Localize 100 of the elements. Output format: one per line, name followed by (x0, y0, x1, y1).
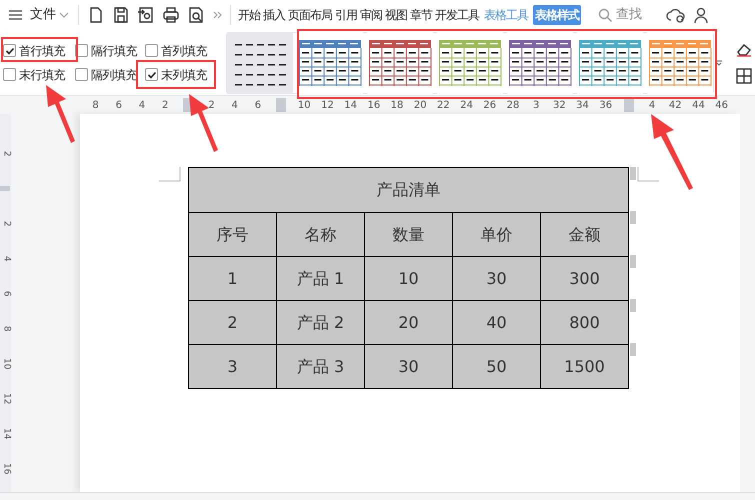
ruler-number: 10 (296, 98, 312, 112)
ruler-number: 32 (552, 98, 567, 112)
print-icon[interactable] (162, 6, 180, 24)
checkbox[interactable] (3, 68, 16, 81)
ruler-number: 2 (160, 98, 170, 112)
ruler-marker[interactable] (276, 98, 286, 112)
option-label: 首行填充 (19, 42, 65, 60)
table-style-thumbnail[interactable] (437, 32, 503, 94)
ruler-number: 46 (714, 98, 730, 112)
option-label: 末行填充 (19, 66, 65, 84)
row-handle[interactable] (630, 343, 636, 356)
ruler-number: 20 (412, 98, 428, 112)
fill-option-checkbox[interactable]: 末行填充 (3, 66, 65, 84)
ruler-number: 42 (668, 98, 683, 112)
table-cell: 1 (188, 256, 276, 300)
ruler-number: 14 (0, 426, 11, 442)
table-style-thumbnail[interactable] (577, 32, 643, 94)
ribbon-tab[interactable]: 章节 (410, 5, 432, 25)
checkbox[interactable] (145, 68, 158, 81)
ruler-number: 10 (0, 356, 11, 372)
ruler-number: 4 (230, 98, 239, 112)
ruler-number: 14 (343, 98, 358, 112)
table-cell: 产品 3 (276, 344, 364, 388)
column-header: 序号 (188, 212, 276, 256)
column-header: 名称 (276, 212, 364, 256)
ruler-marker[interactable] (624, 98, 634, 112)
checkbox[interactable] (3, 44, 16, 57)
column-header: 数量 (364, 212, 452, 256)
ruler-number: 44 (691, 98, 706, 112)
cloud-icon[interactable] (666, 6, 686, 24)
ribbon-tab[interactable]: 引用 (335, 5, 357, 25)
table-grid-icon[interactable] (735, 66, 753, 84)
save-icon[interactable] (112, 6, 130, 24)
ribbon-tab[interactable]: 开始 (238, 5, 260, 25)
ribbon-tab[interactable]: 开发工具 (435, 5, 479, 25)
margin-corner-mark (637, 167, 659, 182)
row-handle[interactable] (630, 299, 636, 312)
table-style-thumbnail[interactable] (367, 32, 433, 94)
fill-option-checkbox[interactable]: 末列填充 (145, 66, 207, 84)
column-header: 金额 (540, 212, 628, 256)
checkbox[interactable] (75, 68, 88, 81)
ribbon-tab[interactable]: 视图 (385, 5, 407, 25)
table-cell: 3 (188, 344, 276, 388)
ruler-number: 2 (207, 98, 216, 112)
ruler-number: 26 (482, 98, 498, 112)
ruler-number: 16 (366, 98, 382, 112)
ruler-number: 8 (91, 98, 100, 112)
checkbox[interactable] (145, 44, 158, 57)
file-menu[interactable]: 文件 (30, 5, 56, 25)
ruler-number: 16 (0, 462, 11, 476)
table-style-thumbnail[interactable] (507, 32, 573, 94)
table-cell: 产品 1 (276, 256, 364, 300)
table-cell: 10 (364, 256, 452, 300)
fill-option-checkbox[interactable]: 隔行填充 (75, 42, 137, 60)
option-label: 首列填充 (161, 42, 207, 60)
option-label: 隔行填充 (91, 42, 137, 60)
ruler-number: 6 (114, 98, 123, 112)
search-icon (598, 8, 613, 22)
fill-option-checkbox[interactable]: 首行填充 (3, 42, 65, 60)
ruler-number: 34 (575, 98, 590, 112)
ruler-number: 2 (0, 150, 11, 158)
row-handle[interactable] (630, 255, 636, 268)
table-cell: 20 (364, 300, 452, 344)
ruler-number: 4 (138, 98, 146, 112)
ribbon-tab[interactable]: 审阅 (360, 5, 382, 25)
table-style-thumbnail[interactable] (647, 32, 713, 94)
table-cell: 1500 (540, 344, 628, 388)
ruler-number: 18 (390, 98, 404, 112)
table-cell: 40 (452, 300, 540, 344)
ribbon-tab[interactable]: 插入 (263, 5, 285, 25)
ruler-number: 22 (436, 98, 451, 112)
table-cell: 300 (540, 256, 628, 300)
ruler-number: 28 (506, 98, 520, 112)
table-style-thumbnail[interactable] (297, 32, 363, 94)
row-handle[interactable] (630, 211, 636, 224)
table-cell: 50 (452, 344, 540, 388)
ruler-number: 6 (0, 290, 11, 298)
user-icon[interactable] (694, 6, 708, 24)
ribbon-tab[interactable]: 页面布局 (288, 5, 332, 25)
more-icon[interactable] (212, 9, 224, 21)
table-cell: 800 (540, 300, 628, 344)
search-button[interactable]: 查找 (598, 5, 642, 25)
fill-option-checkbox[interactable]: 首列填充 (145, 42, 207, 60)
print-preview-icon[interactable] (187, 6, 205, 24)
table-cell: 30 (452, 256, 540, 300)
checkmark-icon (146, 70, 156, 80)
table-cell: 2 (188, 300, 276, 344)
table-cell: 30 (364, 344, 452, 388)
row-handle[interactable] (630, 167, 636, 180)
ruler-number: 2 (0, 220, 11, 228)
table-style-thumbnail[interactable] (227, 32, 293, 94)
ruler-number: 24 (459, 98, 474, 112)
gallery-dropdown-icon[interactable] (715, 58, 723, 68)
column-header: 单价 (452, 212, 540, 256)
menu-icon[interactable] (8, 8, 24, 22)
table-cell: 产品 2 (276, 300, 364, 344)
ruler-number: 12 (0, 392, 11, 406)
ruler-number: 6 (254, 98, 262, 112)
export-icon[interactable] (137, 6, 155, 24)
margin-corner-mark (159, 167, 181, 182)
